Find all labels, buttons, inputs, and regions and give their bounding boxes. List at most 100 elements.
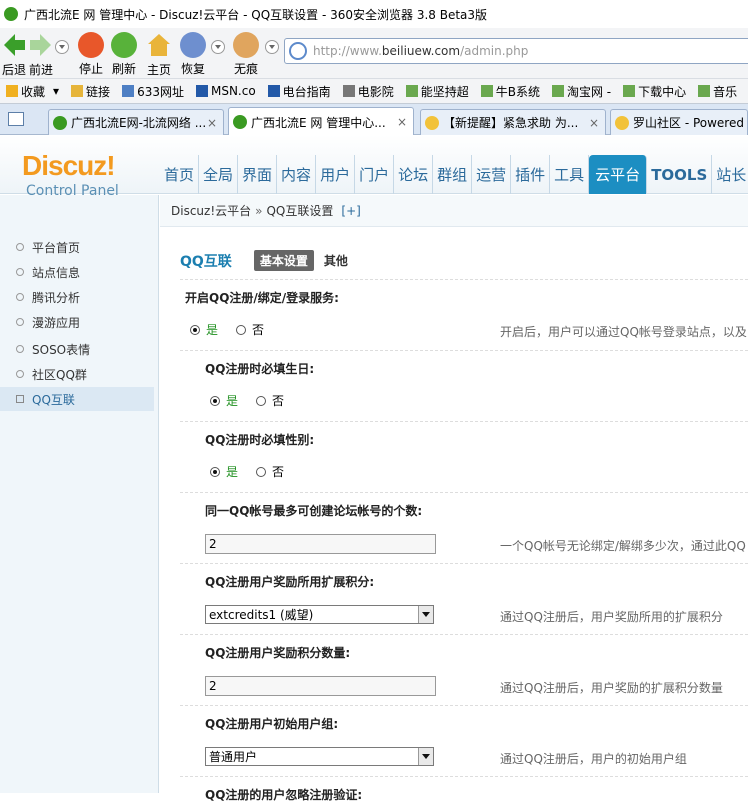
refresh-label: 刷新 xyxy=(111,62,136,76)
add-shortcut-link[interactable]: [+] xyxy=(341,204,360,218)
favorite-link[interactable]: MSN.co xyxy=(195,84,256,98)
radio-yes[interactable] xyxy=(210,395,220,406)
history-dropdown-icon[interactable] xyxy=(55,40,69,54)
nav-item-plugin[interactable]: 插件 xyxy=(511,155,551,194)
nav-item-forum[interactable]: 论坛 xyxy=(394,155,434,194)
forward-button[interactable]: 前进 xyxy=(28,28,54,78)
breadcrumb: Discuz!云平台 » QQ互联设置 [+] xyxy=(160,195,748,227)
tab-close-icon[interactable]: × xyxy=(397,115,407,129)
restore-label: 恢复 xyxy=(180,62,205,76)
msn-icon xyxy=(267,85,280,97)
sidebar-item-community-qq-group[interactable]: 社区QQ群 xyxy=(0,362,154,386)
nav-item-content[interactable]: 内容 xyxy=(277,155,317,194)
reward-credit-select[interactable]: extcredits1 (威望) xyxy=(205,605,434,624)
radio-no[interactable] xyxy=(256,466,267,477)
max-accounts-input[interactable]: 2 xyxy=(205,534,436,554)
max-accounts-tip: 一个QQ帐号无论绑定/解绑多少次，通过此QQ xyxy=(500,539,746,553)
nav-item-cloud[interactable]: 云平台 xyxy=(589,155,648,194)
divider xyxy=(180,492,748,493)
discuz-logo: Discuz! Control Panel xyxy=(22,150,119,200)
page-icon xyxy=(623,85,636,97)
nav-item-global[interactable]: 全局 xyxy=(199,155,239,194)
home-button[interactable]: 主页 xyxy=(145,28,173,78)
page-icon xyxy=(405,85,418,97)
nav-item-webmaster[interactable]: 站长 xyxy=(712,155,748,194)
favorite-link[interactable]: 淘宝网 - xyxy=(551,83,611,100)
favorite-link[interactable]: 电影院 xyxy=(342,83,394,100)
favorites-bar: 收藏 ▾ 链接 633网址 MSN.co 电台指南 电影院 能坚持超 牛B系统 淘… xyxy=(0,78,748,104)
initial-group-tip: 通过QQ注册后，用户的初始用户组 xyxy=(500,752,687,766)
divider xyxy=(180,634,748,635)
browser-tab[interactable]: 罗山社区 - Powered xyxy=(610,109,748,135)
tab-other[interactable]: 其他 xyxy=(324,252,348,269)
radio-no[interactable] xyxy=(236,324,247,335)
favorite-link[interactable]: 633网址 xyxy=(122,83,184,100)
divider xyxy=(180,421,748,422)
browser-tab[interactable]: 广西北流E网-北流网络 ... × xyxy=(48,109,224,135)
browser-tab[interactable]: 【新提醒】紧急求助 为... × xyxy=(420,109,606,135)
sidebar-item-site-info[interactable]: 站点信息 xyxy=(0,260,154,284)
tab-list-icon[interactable] xyxy=(8,112,24,126)
sidebar-item-tencent-analytics[interactable]: 腾讯分析 xyxy=(0,285,154,309)
reward-amount-label: QQ注册用户奖励积分数量: xyxy=(205,646,351,660)
tab-close-icon[interactable]: × xyxy=(589,116,599,130)
radio-yes[interactable] xyxy=(210,466,220,477)
radio-yes[interactable] xyxy=(190,324,200,335)
chevron-down-icon xyxy=(418,748,433,765)
back-button[interactable]: 后退 xyxy=(2,28,26,78)
forward-label: 前进 xyxy=(28,63,53,77)
favorite-link[interactable]: 牛B系统 xyxy=(480,83,540,100)
nav-item-home[interactable]: 首页 xyxy=(160,155,200,194)
tab-basic-settings[interactable]: 基本设置 xyxy=(253,250,314,271)
favorite-link[interactable]: 音乐 xyxy=(698,83,737,100)
restore-button[interactable]: 恢复 xyxy=(178,28,208,77)
section-tabs: QQ互联 基本设置 其他 xyxy=(180,250,348,271)
breadcrumb-root[interactable]: Discuz!云平台 xyxy=(171,202,251,219)
stop-button[interactable]: 停止 xyxy=(77,28,105,77)
incognito-label: 无痕 xyxy=(233,62,258,76)
max-accounts-label: 同一QQ帐号最多可创建论坛帐号的个数: xyxy=(205,504,423,518)
nav-item-style[interactable]: 界面 xyxy=(238,155,278,194)
favorite-link[interactable]: 电台指南 xyxy=(267,83,331,100)
browser-logo-icon xyxy=(4,7,18,21)
forum-icon xyxy=(615,115,629,130)
divider xyxy=(180,776,748,777)
browser-tab-active[interactable]: 广西北流E 网 管理中心... × xyxy=(228,107,414,136)
gender-required-label: QQ注册时必填性别: xyxy=(205,433,315,447)
address-bar[interactable]: http://www.beiliuew.com/admin.php xyxy=(284,38,748,64)
settings-panel: QQ互联 基本设置 其他 开启QQ注册/绑定/登录服务: 是 否 开启后，用户可… xyxy=(160,228,748,802)
favorite-link[interactable]: 能坚持超 xyxy=(405,83,469,100)
sidebar-item-soso-emoticons[interactable]: SOSO表情 xyxy=(0,337,154,361)
nav-item-tools-en[interactable]: TOOLS xyxy=(647,155,713,194)
initial-group-select[interactable]: 普通用户 xyxy=(205,747,434,766)
incognito-button[interactable]: 无痕 xyxy=(232,28,260,77)
tab-close-icon[interactable]: × xyxy=(207,116,217,130)
radio-no[interactable] xyxy=(256,395,267,406)
nav-item-group[interactable]: 群组 xyxy=(433,155,473,194)
favorite-link[interactable]: 链接 xyxy=(71,83,110,100)
refresh-icon xyxy=(111,32,137,58)
sidebar-item-qq-connect[interactable]: QQ互联 xyxy=(0,387,154,411)
refresh-button[interactable]: 刷新 xyxy=(110,28,138,77)
page-icon xyxy=(551,85,564,97)
nav-item-extended[interactable]: 运营 xyxy=(472,155,512,194)
reward-amount-input[interactable]: 2 xyxy=(205,676,436,696)
nav-item-user[interactable]: 用户 xyxy=(316,155,356,194)
sidebar-item-manyou-apps[interactable]: 漫游应用 xyxy=(0,310,154,334)
enable-service-radio-group: 是 否 xyxy=(190,321,282,338)
page-title: QQ互联 xyxy=(180,253,232,270)
ie-icon xyxy=(53,115,67,130)
admin-main-nav: 首页 全局 界面 内容 用户 门户 论坛 群组 运营 插件 工具 云平台 TOO… xyxy=(160,155,748,194)
restore-dropdown-icon[interactable] xyxy=(211,40,225,54)
nav-item-portal[interactable]: 门户 xyxy=(355,155,395,194)
forum-icon xyxy=(425,115,439,130)
favorite-link[interactable]: 下载中心 xyxy=(623,83,686,100)
incognito-dropdown-icon[interactable] xyxy=(265,40,279,54)
folder-icon xyxy=(71,85,84,97)
reward-credit-label: QQ注册用户奖励所用扩展积分: xyxy=(205,575,375,589)
nav-item-tools[interactable]: 工具 xyxy=(550,155,590,194)
admin-sidebar: 平台首页 站点信息 腾讯分析 漫游应用 SOSO表情 社区QQ群 QQ互联 xyxy=(0,195,159,793)
sidebar-item-platform-home[interactable]: 平台首页 xyxy=(0,235,154,259)
favorites-menu[interactable]: 收藏 ▾ xyxy=(6,83,59,100)
back-label: 后退 xyxy=(2,63,27,77)
